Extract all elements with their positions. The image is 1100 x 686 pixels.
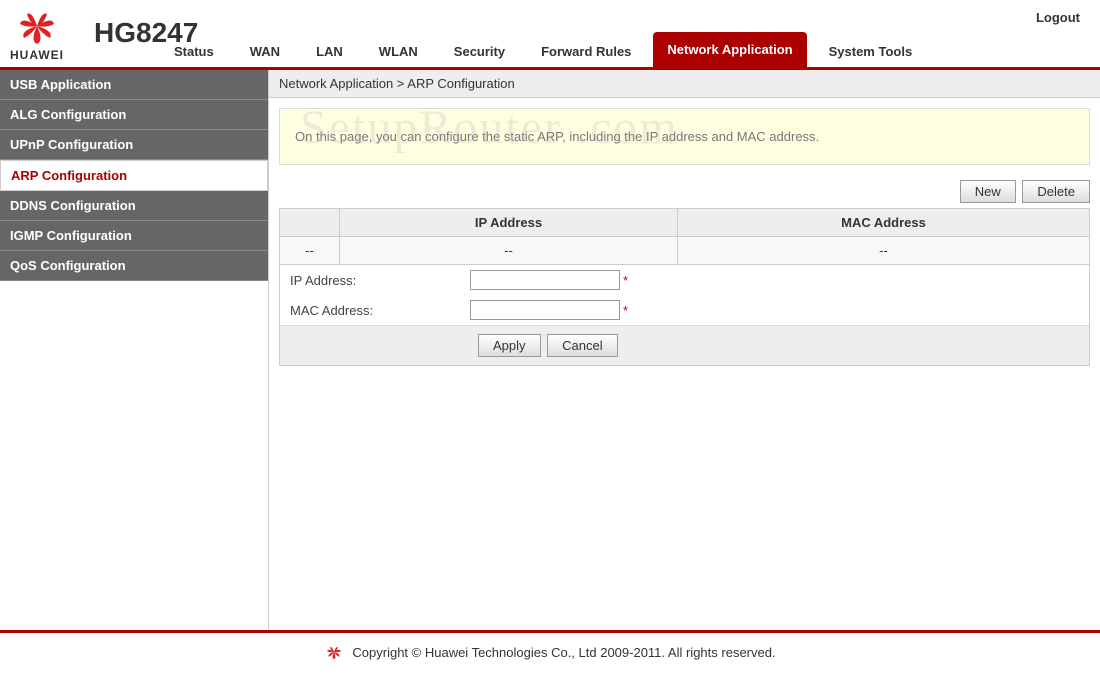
huawei-logo-icon [12, 6, 62, 46]
nav-wan[interactable]: WAN [236, 36, 294, 67]
table-cell-empty: -- [677, 237, 1089, 265]
table-header-mac: MAC Address [677, 209, 1089, 237]
delete-button[interactable]: Delete [1022, 180, 1090, 203]
ip-label: IP Address: [290, 273, 470, 288]
mac-address-input[interactable] [470, 300, 620, 320]
form-area: IP Address: * MAC Address: * Apply Cance… [279, 265, 1090, 366]
nav-status[interactable]: Status [160, 36, 228, 67]
sidebar-item-qos[interactable]: QoS Configuration [0, 251, 268, 281]
sidebar-item-igmp[interactable]: IGMP Configuration [0, 221, 268, 251]
apply-button[interactable]: Apply [478, 334, 541, 357]
sidebar: USB Application ALG Configuration UPnP C… [0, 70, 268, 630]
ip-address-input[interactable] [470, 270, 620, 290]
new-button[interactable]: New [960, 180, 1016, 203]
required-icon: * [623, 303, 628, 318]
table-header-ip: IP Address [340, 209, 678, 237]
huawei-logo-icon [324, 643, 344, 661]
copyright-text: Copyright © Huawei Technologies Co., Ltd… [352, 645, 775, 660]
arp-table: IP Address MAC Address -- -- -- [279, 208, 1090, 265]
sidebar-item-alg[interactable]: ALG Configuration [0, 100, 268, 130]
nav-wlan[interactable]: WLAN [365, 36, 432, 67]
table-cell-empty: -- [340, 237, 678, 265]
info-box: On this page, you can configure the stat… [279, 108, 1090, 165]
logout-link[interactable]: Logout [1036, 10, 1080, 25]
cancel-button[interactable]: Cancel [547, 334, 617, 357]
nav-network-application[interactable]: Network Application [653, 32, 806, 67]
footer: Copyright © Huawei Technologies Co., Ltd… [0, 630, 1100, 671]
sidebar-item-usb[interactable]: USB Application [0, 70, 268, 100]
nav-security[interactable]: Security [440, 36, 519, 67]
nav-system-tools[interactable]: System Tools [815, 36, 927, 67]
sidebar-item-arp[interactable]: ARP Configuration [0, 160, 268, 191]
nav-forward-rules[interactable]: Forward Rules [527, 36, 645, 67]
main-nav: Status WAN LAN WLAN Security Forward Rul… [160, 32, 934, 67]
sidebar-item-ddns[interactable]: DDNS Configuration [0, 191, 268, 221]
nav-lan[interactable]: LAN [302, 36, 357, 67]
table-row: -- -- -- [280, 237, 1090, 265]
main-content: Network Application > ARP Configuration … [268, 70, 1100, 630]
mac-label: MAC Address: [290, 303, 470, 318]
brand-name: HUAWEI [10, 48, 64, 62]
required-icon: * [623, 273, 628, 288]
logo: HUAWEI [10, 6, 64, 67]
table-cell-empty: -- [280, 237, 340, 265]
breadcrumb: Network Application > ARP Configuration [269, 70, 1100, 98]
table-header-select [280, 209, 340, 237]
sidebar-item-upnp[interactable]: UPnP Configuration [0, 130, 268, 160]
